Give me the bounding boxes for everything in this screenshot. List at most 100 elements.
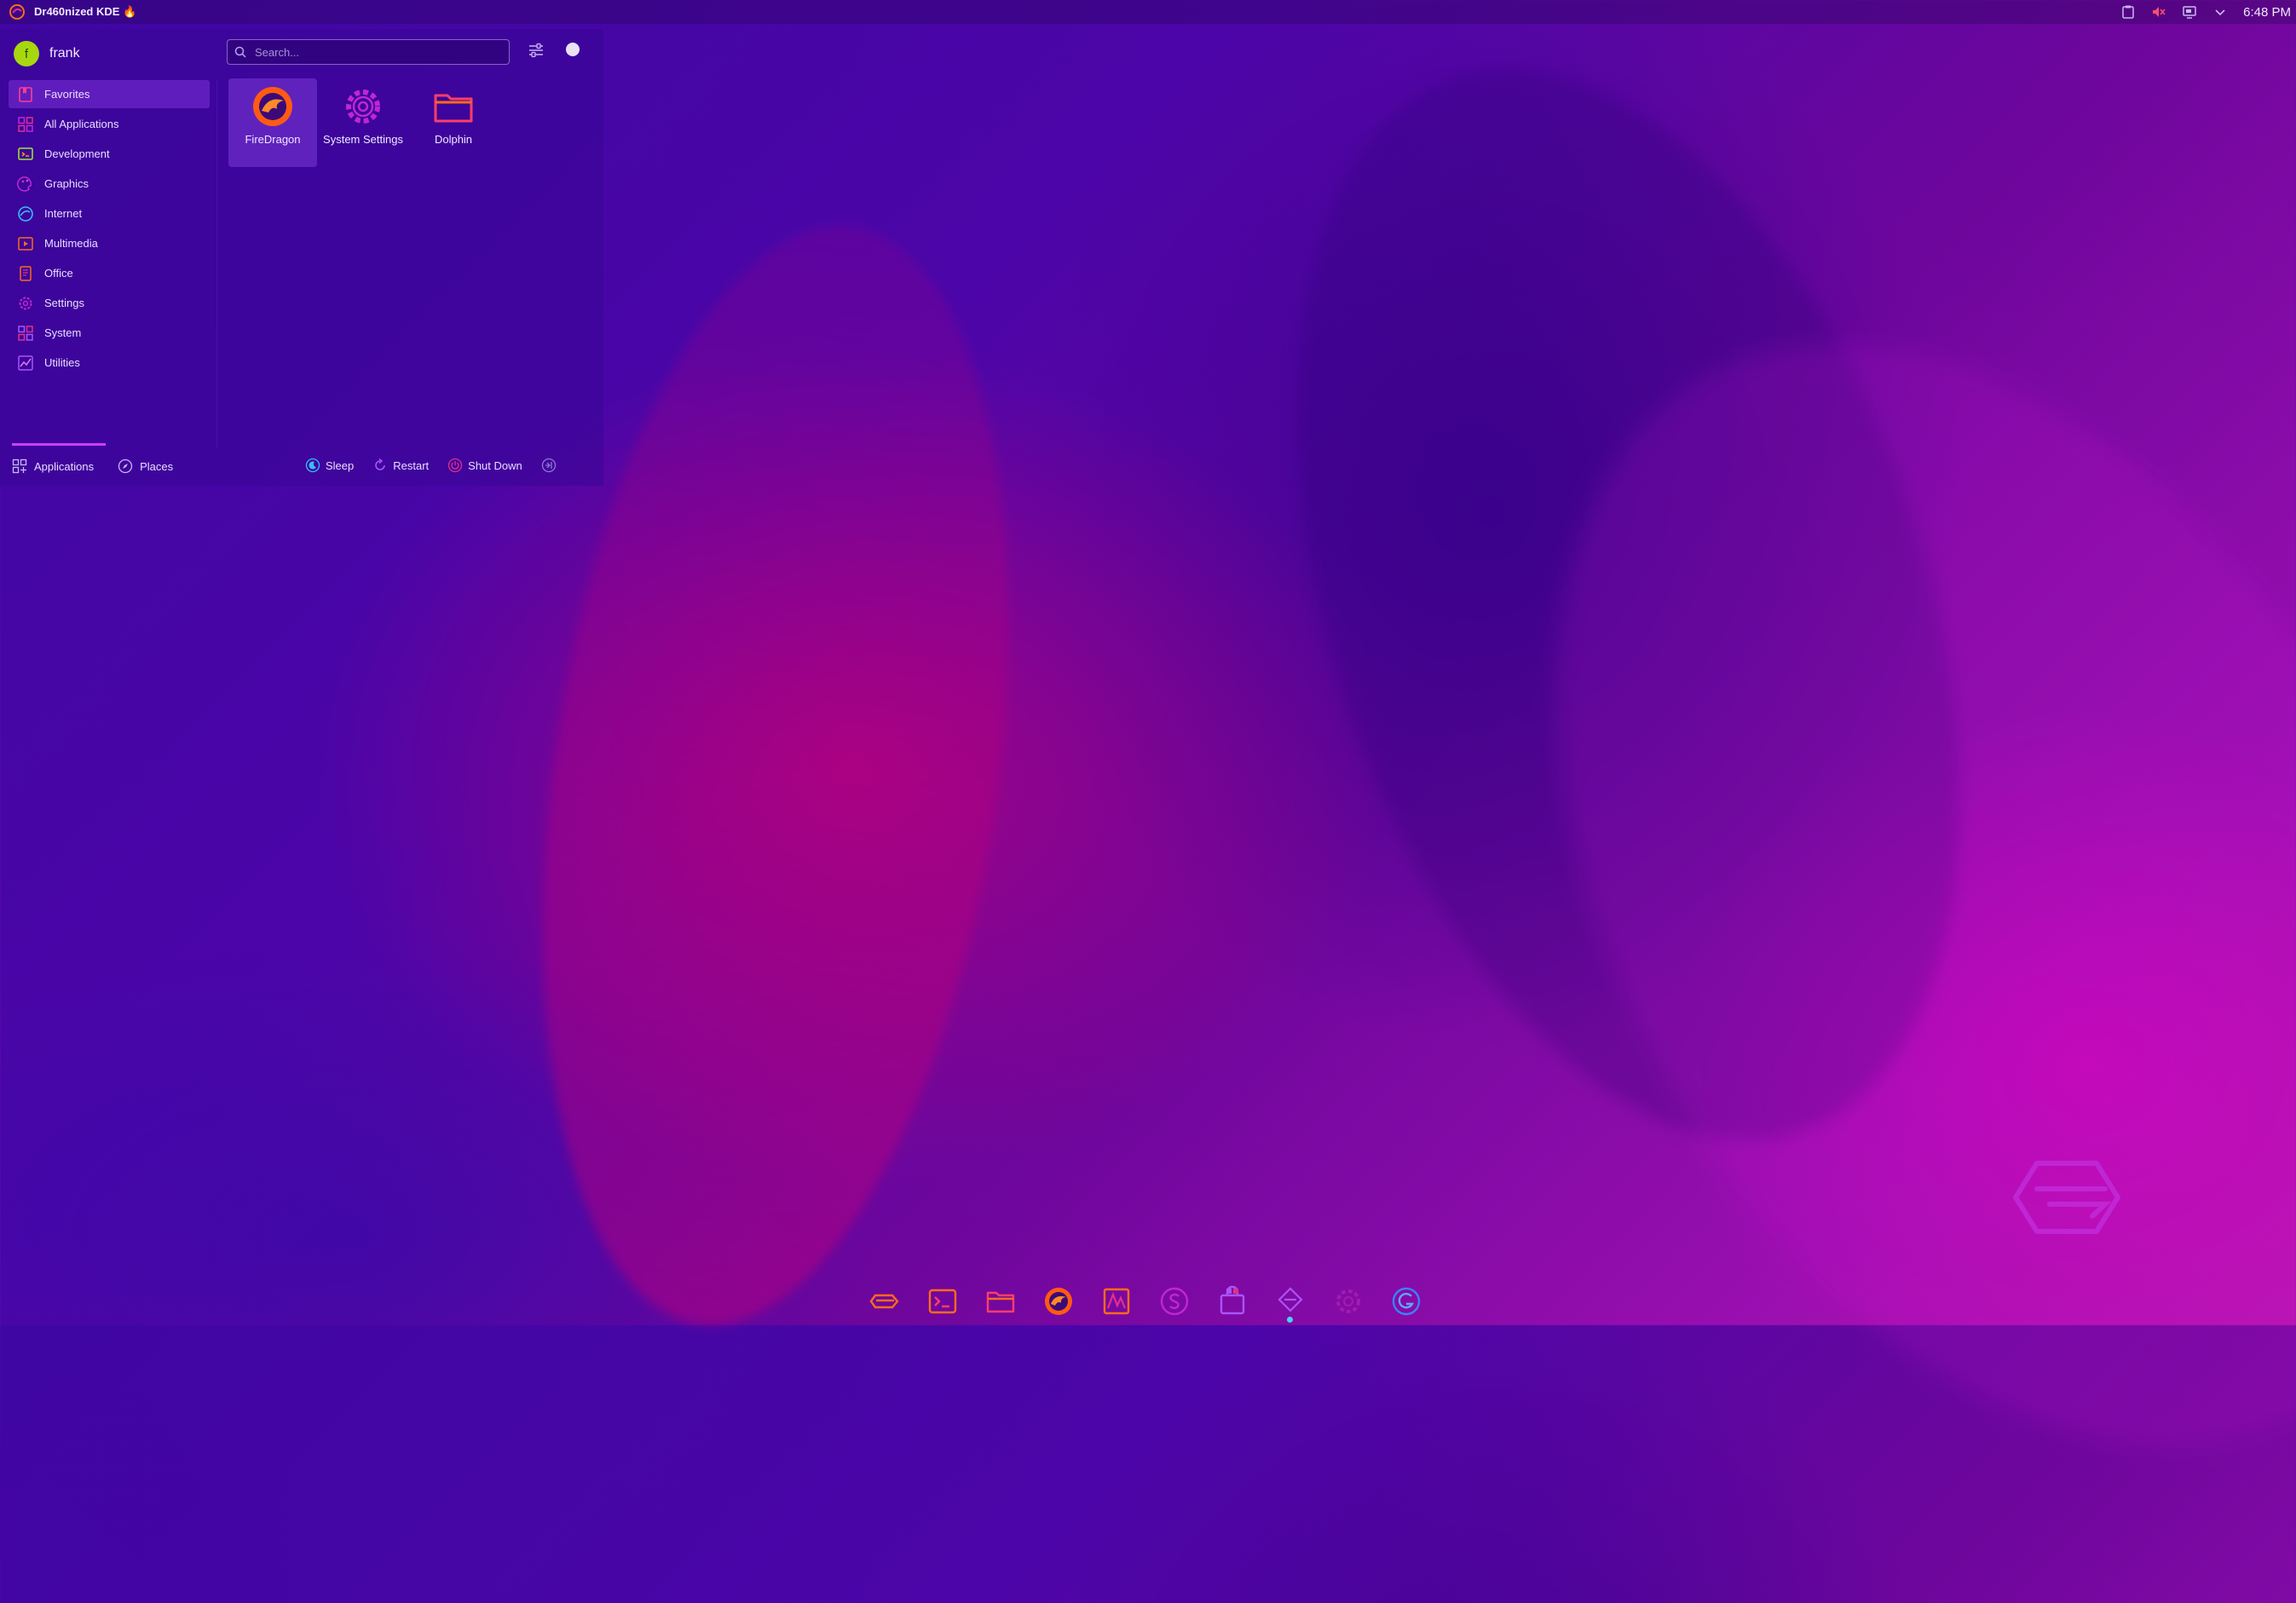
chevron-down-icon[interactable] (2212, 4, 2228, 20)
internet-icon (18, 205, 33, 222)
favorite-firedragon[interactable]: FireDragon (228, 78, 317, 167)
garuda-logo-watermark (2013, 1161, 2120, 1234)
category-label: Utilities (44, 356, 80, 369)
tab-label: Applications (34, 459, 95, 473)
terminal-icon (928, 1289, 957, 1314)
compass-icon (118, 458, 133, 474)
category-label: Multimedia (44, 237, 98, 250)
clipboard-icon[interactable] (2120, 4, 2136, 20)
dock-snapshots[interactable] (1157, 1285, 1191, 1323)
restart-icon (375, 458, 386, 470)
favorite-label: Dolphin (434, 133, 473, 146)
wallpaper-wave (1173, 0, 2083, 1225)
dock-dolphin[interactable] (984, 1285, 1018, 1323)
tab-label: Places (140, 459, 174, 473)
shutdown-label: Shut Down (468, 458, 522, 472)
avatar[interactable]: f (14, 41, 39, 66)
pin-button[interactable] (566, 43, 580, 56)
office-icon (20, 265, 32, 281)
category-settings[interactable]: Settings (9, 289, 210, 317)
category-label: Graphics (44, 177, 89, 190)
folder-icon (434, 94, 473, 123)
applications-icon (12, 458, 27, 474)
category-sidebar: Favorites All Applications Development G… (9, 80, 210, 378)
assistant-icon (1278, 1287, 1303, 1312)
favorites-grid: FireDragon System Settings Dolphin (228, 78, 498, 167)
search-box[interactable] (227, 39, 510, 65)
search-input[interactable] (253, 44, 495, 60)
tab-places[interactable]: Places (118, 453, 173, 479)
wallpaper-wave (1372, 186, 2296, 1603)
dock-garuda-welcome[interactable] (1389, 1285, 1423, 1323)
category-development[interactable]: Development (9, 140, 210, 168)
menu-tabs: Applications Places (12, 443, 173, 479)
bookmark-icon (19, 86, 32, 102)
folder-icon (986, 1291, 1015, 1313)
tab-applications[interactable]: Applications (12, 443, 107, 479)
application-launcher-menu: f frank Favorites (0, 29, 603, 486)
clock[interactable]: 6:48 PM (2243, 5, 2291, 20)
username: frank (49, 46, 80, 61)
firedragon-icon (253, 87, 292, 126)
dock-system-monitor[interactable] (1099, 1285, 1134, 1323)
running-indicator (1287, 1317, 1293, 1323)
shutdown-button[interactable]: Shut Down (447, 453, 522, 477)
volume-muted-icon[interactable] (2151, 4, 2166, 20)
software-store-icon (1220, 1285, 1245, 1315)
favorite-label: System Settings (323, 133, 403, 146)
category-label: Settings (44, 297, 84, 309)
category-multimedia[interactable]: Multimedia (9, 229, 210, 257)
power-actions: Sleep Restart Shut Down (305, 453, 557, 477)
dock-software-store[interactable] (1215, 1285, 1249, 1323)
category-graphics[interactable]: Graphics (9, 170, 210, 198)
dock-assistant[interactable] (1273, 1285, 1307, 1323)
garuda-launcher-icon[interactable] (9, 3, 26, 20)
multimedia-icon (18, 236, 33, 251)
firedragon-icon (1045, 1288, 1072, 1315)
system-icon (18, 325, 33, 341)
graphics-icon (17, 176, 32, 192)
category-utilities[interactable]: Utilities (9, 349, 210, 377)
sleep-button[interactable]: Sleep (305, 453, 354, 477)
settings-gear-icon (1336, 1289, 1360, 1313)
utilities-icon (18, 355, 33, 371)
display-icon[interactable] (2182, 4, 2197, 20)
sleep-icon (305, 458, 320, 473)
search-icon (234, 46, 246, 58)
favorite-label: FireDragon (245, 133, 301, 146)
category-label: Office (44, 267, 73, 280)
restart-button[interactable]: Restart (372, 453, 429, 477)
dock-settings[interactable] (1331, 1285, 1365, 1323)
restart-label: Restart (393, 458, 430, 472)
category-system[interactable]: System (9, 319, 210, 347)
top-panel: Dr460nized KDE 🔥 6:48 PM (0, 0, 2296, 24)
system-monitor-icon (1103, 1288, 1130, 1315)
dock-terminal[interactable] (926, 1285, 960, 1323)
garuda-icon (869, 1294, 899, 1309)
system-settings-icon (346, 89, 380, 124)
configure-icon[interactable] (527, 41, 545, 60)
leave-icon (541, 458, 556, 473)
favorite-dolphin[interactable]: Dolphin (409, 78, 498, 167)
category-internet[interactable]: Internet (9, 199, 210, 228)
divider (216, 80, 217, 448)
dock-garuda[interactable] (868, 1285, 902, 1323)
favorite-system-settings[interactable]: System Settings (319, 78, 407, 167)
dock-firedragon[interactable] (1041, 1285, 1076, 1323)
category-label: Favorites (44, 88, 90, 101)
sleep-label: Sleep (326, 458, 355, 472)
category-office[interactable]: Office (9, 259, 210, 287)
user-info[interactable]: f frank (14, 41, 80, 66)
garuda-welcome-icon (1392, 1287, 1421, 1316)
leave-menu-button[interactable] (541, 453, 557, 477)
category-label: Internet (44, 207, 83, 220)
power-icon (448, 458, 463, 473)
category-label: Development (44, 147, 110, 160)
snapshot-icon (1160, 1287, 1189, 1316)
window-title: Dr460nized KDE 🔥 (34, 5, 137, 18)
category-label: System (44, 326, 82, 339)
settings-icon (19, 297, 32, 309)
category-favorites[interactable]: Favorites (9, 80, 210, 108)
development-icon (18, 147, 33, 160)
category-all-applications[interactable]: All Applications (9, 110, 210, 138)
